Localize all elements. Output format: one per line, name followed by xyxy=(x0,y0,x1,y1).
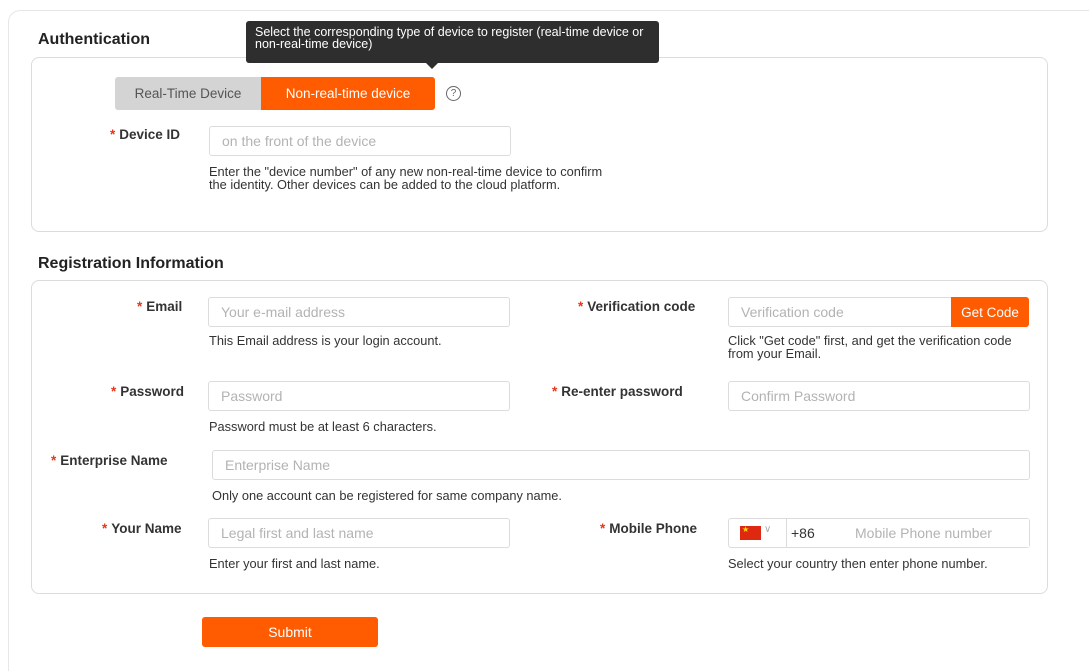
enterprise-name-hint: Only one account can be registered for s… xyxy=(212,488,562,503)
mobile-phone-field: ★ ∨ +86 xyxy=(728,518,1030,548)
china-flag-icon[interactable]: ★ xyxy=(740,525,761,540)
registration-title: Registration Information xyxy=(38,255,224,272)
email-label: * Email xyxy=(137,299,183,314)
verification-code-input[interactable] xyxy=(728,297,952,327)
authentication-title: Authentication xyxy=(38,31,150,48)
email-input[interactable] xyxy=(208,297,510,327)
submit-button[interactable]: Submit xyxy=(202,617,378,647)
password-hint: Password must be at least 6 characters. xyxy=(209,419,437,434)
your-name-input[interactable] xyxy=(208,518,510,548)
email-hint: This Email address is your login account… xyxy=(209,333,442,348)
password-label: * Password xyxy=(111,384,185,399)
mobile-phone-input[interactable] xyxy=(841,519,1029,547)
enterprise-name-label: * Enterprise Name xyxy=(51,453,168,468)
reenter-password-label: * Re-enter password xyxy=(552,384,683,399)
question-circle-icon[interactable]: ? xyxy=(446,86,461,101)
password-input[interactable] xyxy=(208,381,510,411)
tooltip-arrow xyxy=(426,63,438,69)
mobile-phone-hint: Select your country then enter phone num… xyxy=(728,556,988,571)
device-type-tooltip: Select the corresponding type of device … xyxy=(246,21,659,69)
country-separator xyxy=(786,519,787,547)
your-name-label: * Your Name xyxy=(102,521,182,536)
real-time-device-option[interactable]: Real-Time Device xyxy=(115,77,261,110)
device-id-input[interactable] xyxy=(209,126,511,156)
device-id-label: * Device ID xyxy=(110,127,181,142)
device-id-hint: Enter the "device number" of any new non… xyxy=(209,164,603,192)
country-code: +86 xyxy=(791,525,815,541)
verification-code-hint: Click "Get code" first, and get the veri… xyxy=(728,333,1012,361)
get-code-button[interactable]: Get Code xyxy=(951,297,1029,327)
mobile-phone-label: * Mobile Phone xyxy=(600,521,698,536)
chevron-down-icon[interactable]: ∨ xyxy=(764,524,771,535)
verification-code-label: * Verification code xyxy=(578,299,696,314)
reenter-password-input[interactable] xyxy=(728,381,1030,411)
your-name-hint: Enter your first and last name. xyxy=(209,556,380,571)
non-real-time-device-option[interactable]: Non-real-time device xyxy=(261,77,435,110)
enterprise-name-input[interactable] xyxy=(212,450,1030,480)
